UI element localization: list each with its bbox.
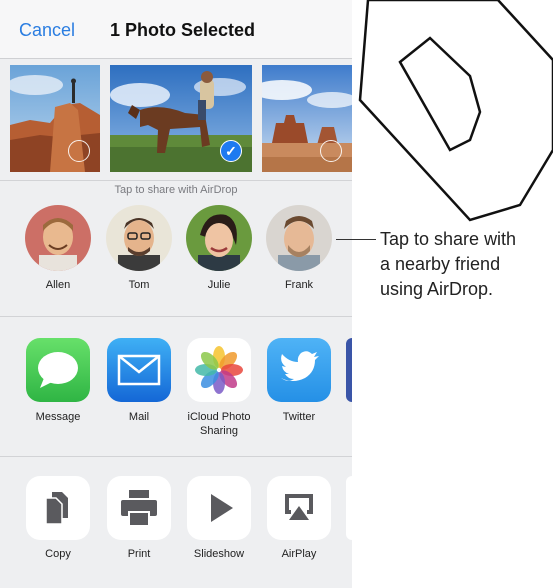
callout-line-1: Tap to share with	[380, 229, 517, 249]
action-label: Print	[127, 548, 151, 560]
action-label: Slideshow	[193, 548, 245, 560]
divider	[0, 456, 352, 457]
play-icon	[187, 476, 251, 540]
action-partial-icon	[346, 476, 352, 540]
app-label: Mail	[128, 411, 150, 423]
divider	[0, 316, 352, 317]
photos-icon	[187, 338, 251, 402]
person-name: Allen	[45, 279, 71, 291]
app-label: Twitter	[282, 411, 316, 423]
selection-circle[interactable]	[320, 140, 342, 162]
divider	[0, 180, 352, 181]
action-label: Copy	[45, 548, 71, 560]
cancel-button[interactable]: Cancel	[19, 20, 75, 41]
mail-icon	[107, 338, 171, 402]
action-label: AirPlay	[281, 548, 317, 560]
app-label: Message	[35, 411, 81, 423]
person-name: Julie	[207, 279, 231, 291]
canyon-hiker-photo[interactable]	[10, 65, 100, 172]
callout-line	[336, 239, 376, 240]
person-name: Frank	[284, 279, 314, 291]
photo-strip[interactable]: ✓	[0, 58, 352, 180]
callout-line-3: using AirDrop.	[380, 279, 494, 299]
selected-checkmark-icon[interactable]: ✓	[220, 140, 242, 162]
print-icon	[107, 476, 171, 540]
avatar	[266, 205, 332, 271]
airdrop-callout: Tap to share with a nearby friend using …	[380, 227, 516, 302]
page-title: 1 Photo Selected	[110, 20, 256, 40]
twitter-icon	[267, 338, 331, 402]
share-sheet: Cancel 1 Photo Selected ✓ Tap to share w…	[0, 0, 352, 588]
copy-icon	[26, 476, 90, 540]
avatar	[186, 205, 252, 271]
app-label: iCloud Photo Sharing	[187, 411, 251, 437]
horse-rider-photo[interactable]: ✓	[110, 65, 252, 172]
message-icon	[26, 338, 90, 402]
avatar	[25, 205, 91, 271]
avatar	[106, 205, 172, 271]
airdrop-hint: Tap to share with AirDrop	[114, 184, 238, 196]
selection-circle[interactable]	[68, 140, 90, 162]
person-name: Tom	[128, 279, 150, 291]
share-sheet-header: Cancel 1 Photo Selected	[0, 0, 352, 59]
app-partial-icon	[346, 338, 352, 402]
airplay-icon	[267, 476, 331, 540]
monument-valley-photo[interactable]	[262, 65, 352, 172]
callout-line-2: a nearby friend	[380, 254, 501, 274]
